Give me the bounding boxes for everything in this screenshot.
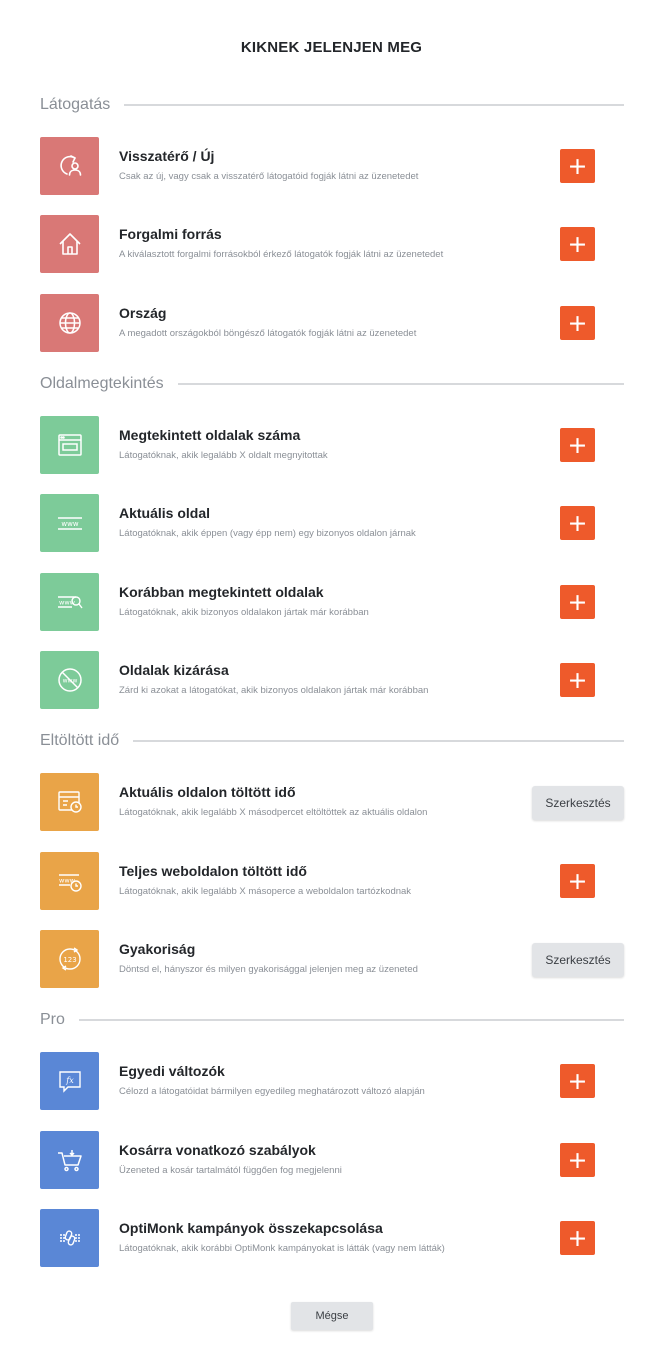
plus-icon <box>570 1152 585 1168</box>
condition-description: Üzeneted a kosár tartalmától függően fog… <box>119 1165 342 1176</box>
condition-description: Látogatóknak, akik legalább X másodperce… <box>119 807 428 818</box>
svg-text:www: www <box>62 678 77 685</box>
condition-description: A kiválasztott forgalmi forrásokból érke… <box>119 249 444 260</box>
svg-text:123: 123 <box>63 956 76 964</box>
condition-row-cart-rules: Kosárra vonatkozó szabályok Üzeneted a k… <box>40 1131 624 1189</box>
add-button[interactable] <box>560 306 595 340</box>
home-icon <box>40 215 99 273</box>
page-clock-icon <box>40 773 99 831</box>
www-icon: www <box>40 494 99 552</box>
svg-text:www: www <box>59 599 76 607</box>
condition-description: A megadott országokból böngésző látogató… <box>119 328 417 339</box>
plus-icon <box>570 1073 585 1089</box>
condition-name: Aktuális oldalon töltött idő <box>119 784 296 800</box>
fx-variable-icon: fx <box>40 1052 99 1110</box>
condition-name: OptiMonk kampányok összekapcsolása <box>119 1220 383 1236</box>
condition-row-previous-pages: www Korábban megtekintett oldalak Látoga… <box>40 573 624 631</box>
add-button[interactable] <box>560 1221 595 1255</box>
add-button[interactable] <box>560 506 595 540</box>
add-button[interactable] <box>560 585 595 619</box>
frequency-123-icon: 123 <box>40 930 99 988</box>
condition-description: Látogatóknak, akik bizonyos oldalakon já… <box>119 607 369 618</box>
condition-row-time-on-site: www Teljes weboldalon töltött idő Látoga… <box>40 852 624 910</box>
section-header-pageviews: Oldalmegtekintés <box>40 373 624 395</box>
add-button[interactable] <box>560 428 595 462</box>
condition-row-exclude-pages: www Oldalak kizárása Zárd ki azokat a lá… <box>40 651 624 709</box>
section-header-time-spent: Eltöltött idő <box>40 730 624 752</box>
plus-icon <box>570 158 585 174</box>
condition-name: Oldalak kizárása <box>119 662 229 678</box>
returning-user-icon <box>40 137 99 195</box>
condition-row-traffic-source: Forgalmi forrás A kiválasztott forgalmi … <box>40 215 624 273</box>
add-button[interactable] <box>560 1064 595 1098</box>
svg-text:www: www <box>61 520 78 528</box>
condition-description: Csak az új, vagy csak a visszatérő látog… <box>119 171 419 182</box>
condition-description: Zárd ki azokat a látogatókat, akik bizon… <box>119 685 429 696</box>
condition-name: Ország <box>119 305 167 321</box>
condition-description: Látogatóknak, akik korábbi OptiMonk kamp… <box>119 1243 445 1254</box>
plus-icon <box>570 594 585 610</box>
globe-icon <box>40 294 99 352</box>
condition-row-pages-viewed: Megtekintett oldalak száma Látogatóknak,… <box>40 416 624 474</box>
condition-description: Látogatóknak, akik legalább X másoperce … <box>119 886 412 897</box>
condition-row-frequency: 123 Gyakoriság Döntsd el, hányszor és mi… <box>40 930 624 988</box>
plus-icon <box>570 515 585 531</box>
plus-icon <box>570 437 585 453</box>
condition-description: Döntsd el, hányszor és milyen gyakoriság… <box>119 964 418 975</box>
condition-name: Egyedi változók <box>119 1063 225 1079</box>
www-clock-icon: www <box>40 852 99 910</box>
browser-window-icon <box>40 416 99 474</box>
plus-icon <box>570 236 585 252</box>
add-button[interactable] <box>560 663 595 697</box>
condition-name: Visszatérő / Új <box>119 148 215 164</box>
section-header-pro: Pro <box>40 1009 624 1031</box>
cart-icon <box>40 1131 99 1189</box>
condition-row-link-campaigns: OptiMonk kampányok összekapcsolása Látog… <box>40 1209 624 1267</box>
plus-icon <box>570 315 585 331</box>
condition-row-custom-variables: fx Egyedi változók Célozd a látogatóidat… <box>40 1052 624 1110</box>
condition-row-returning: Visszatérő / Új Csak az új, vagy csak a … <box>40 137 624 195</box>
condition-name: Megtekintett oldalak száma <box>119 427 301 443</box>
edit-button[interactable]: Szerkesztés <box>532 943 624 977</box>
add-button[interactable] <box>560 1143 595 1177</box>
page-title: KIKNEK JELENJEN MEG <box>240 39 423 56</box>
www-search-icon: www <box>40 573 99 631</box>
edit-button[interactable]: Szerkesztés <box>532 786 624 820</box>
condition-name: Korábban megtekintett oldalak <box>119 584 324 600</box>
plus-icon <box>570 672 585 688</box>
add-button[interactable] <box>560 227 595 261</box>
svg-text:fx: fx <box>65 1076 74 1085</box>
cancel-button[interactable]: Mégse <box>291 1302 373 1330</box>
condition-description: Célozd a látogatóidat bármilyen egyedile… <box>119 1086 425 1097</box>
plus-icon <box>570 873 585 889</box>
www-blocked-icon: www <box>40 651 99 709</box>
section-header-visit: Látogatás <box>40 94 624 116</box>
add-button[interactable] <box>560 864 595 898</box>
condition-name: Gyakoriság <box>119 941 196 957</box>
condition-name: Forgalmi forrás <box>119 226 222 242</box>
link-campaigns-icon <box>40 1209 99 1267</box>
condition-row-current-page: www Aktuális oldal Látogatóknak, akik ép… <box>40 494 624 552</box>
condition-name: Kosárra vonatkozó szabályok <box>119 1142 316 1158</box>
condition-description: Látogatóknak, akik éppen (vagy épp nem) … <box>119 528 416 539</box>
condition-description: Látogatóknak, akik legalább X oldalt meg… <box>119 450 328 461</box>
condition-name: Aktuális oldal <box>119 505 211 521</box>
condition-row-country: Ország A megadott országokból böngésző l… <box>40 294 624 352</box>
add-button[interactable] <box>560 149 595 183</box>
condition-row-time-on-page: Aktuális oldalon töltött idő Látogatókna… <box>40 773 624 831</box>
condition-name: Teljes weboldalon töltött idő <box>119 863 307 879</box>
plus-icon <box>570 1230 585 1246</box>
